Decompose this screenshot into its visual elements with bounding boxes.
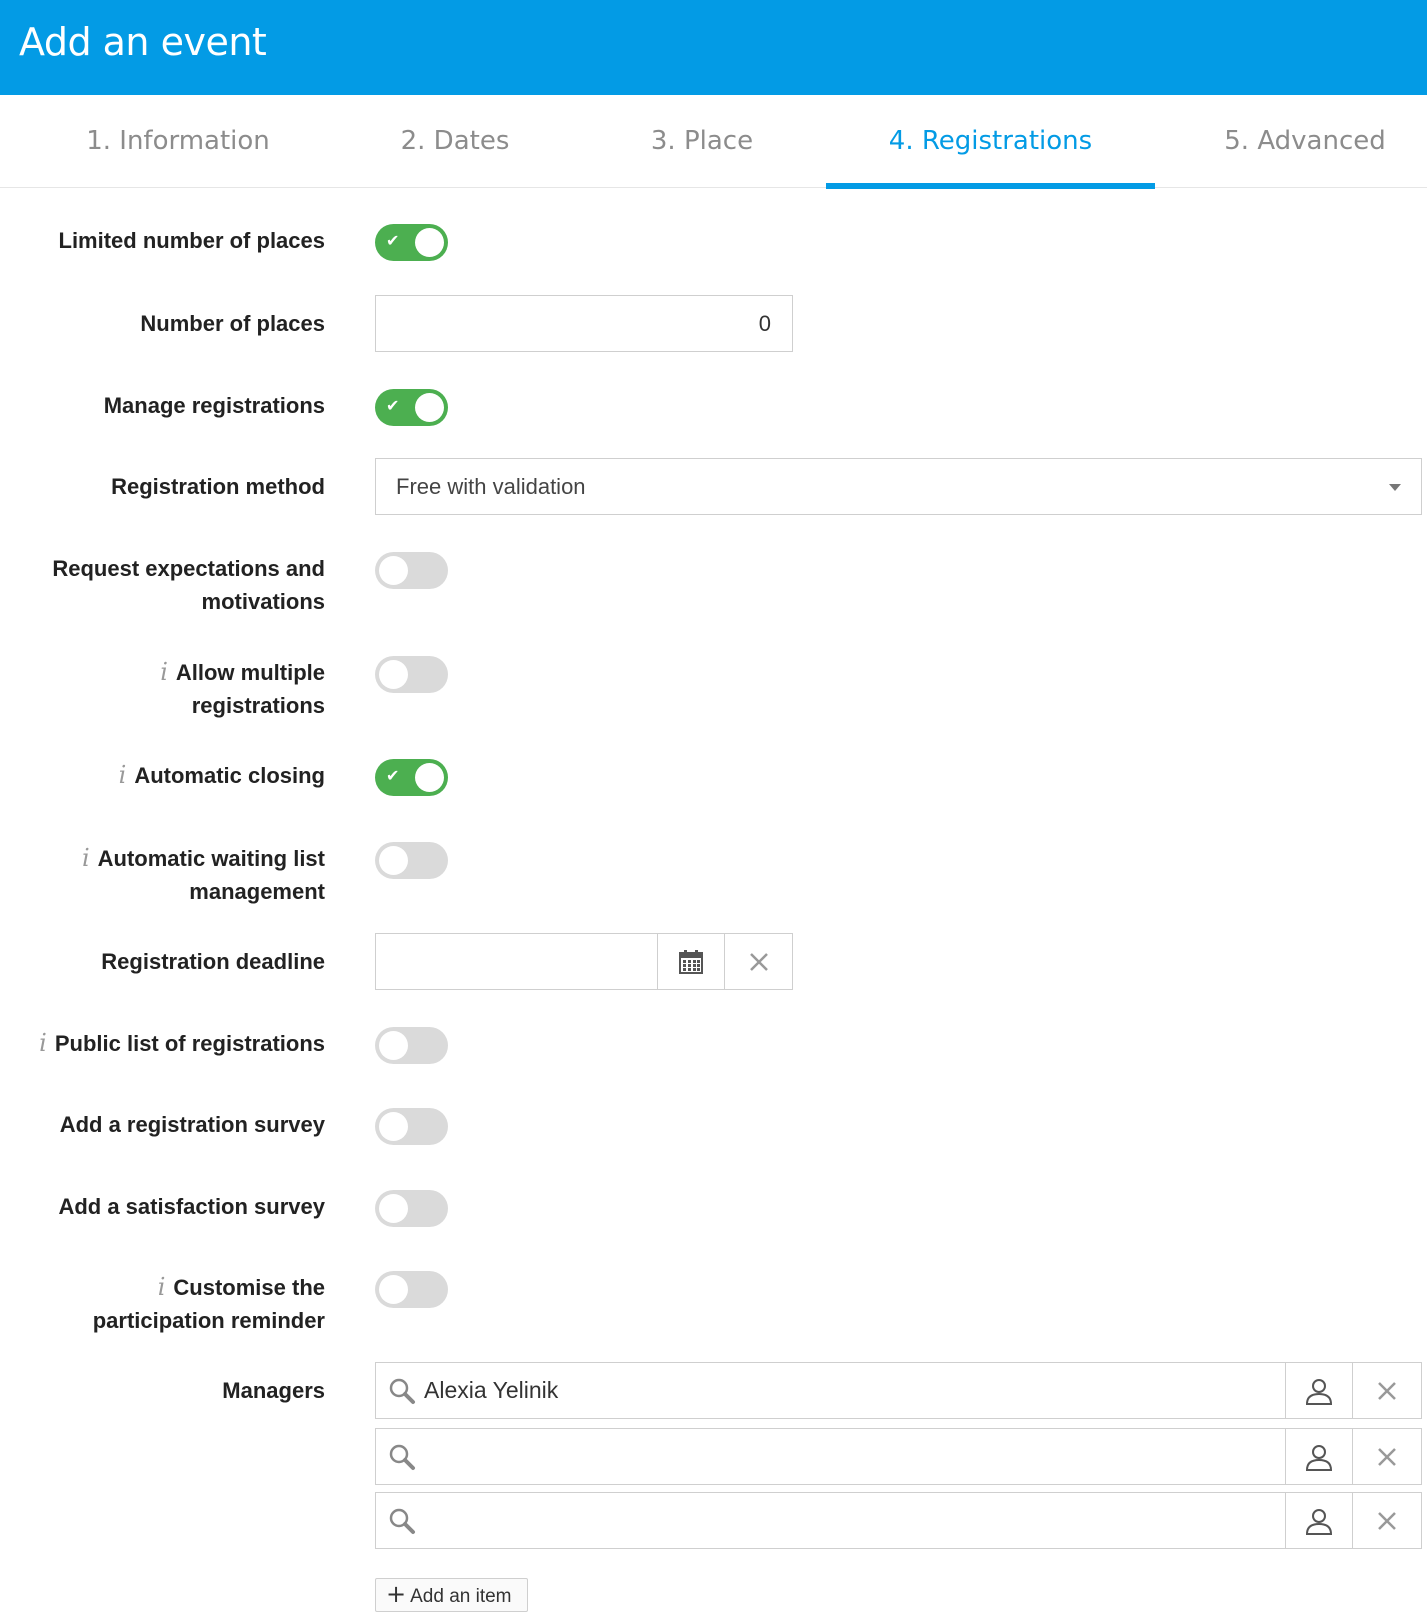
close-icon <box>1378 1447 1396 1466</box>
toggle-knob <box>379 660 408 689</box>
waiting-list-label-line1: Automatic waiting list <box>97 846 325 871</box>
add-item-label: Add an item <box>410 1586 512 1607</box>
allow-multiple-label: i Allow multiple registrations <box>0 656 325 722</box>
toggle-knob <box>379 846 408 875</box>
tab-place[interactable]: 3. Place <box>617 95 787 188</box>
registration-survey-toggle[interactable] <box>375 1108 448 1145</box>
request-expectations-label-line1: Request expectations and <box>52 556 325 581</box>
info-icon[interactable]: i <box>158 1273 166 1301</box>
plus-icon: + <box>386 1580 407 1608</box>
number-of-places-label: Number of places <box>140 311 325 336</box>
user-icon <box>1305 1508 1333 1535</box>
automatic-closing-toggle[interactable]: ✔ <box>375 759 448 796</box>
select-user-button[interactable] <box>1285 1428 1353 1485</box>
remove-manager-button[interactable] <box>1352 1428 1422 1485</box>
calendar-icon <box>679 949 703 974</box>
user-icon <box>1305 1444 1333 1471</box>
search-icon <box>389 1378 415 1404</box>
check-icon: ✔ <box>386 766 400 785</box>
registration-method-value: Free with validation <box>396 474 586 499</box>
registration-deadline-control <box>375 933 793 990</box>
limited-places-toggle[interactable]: ✔ <box>375 224 448 261</box>
satisfaction-survey-toggle[interactable] <box>375 1190 448 1227</box>
info-icon[interactable]: i <box>82 844 90 872</box>
managers-label: Managers <box>222 1378 325 1403</box>
number-of-places-input[interactable]: 0 <box>375 295 793 352</box>
customise-reminder-label-line2: participation reminder <box>92 1308 325 1333</box>
registration-method-select[interactable]: Free with validation <box>375 458 1422 515</box>
customise-reminder-label: i Customise the participation reminder <box>0 1271 325 1337</box>
manager-search-input[interactable] <box>375 1428 1286 1485</box>
customise-reminder-label-line1: Customise the <box>173 1275 325 1300</box>
registration-deadline-label: Registration deadline <box>101 949 325 974</box>
toggle-knob <box>379 1194 408 1223</box>
manager-search-input[interactable] <box>375 1492 1286 1549</box>
app-header: Add an event <box>0 0 1427 95</box>
manager-row <box>375 1492 1422 1549</box>
search-icon <box>389 1444 415 1470</box>
customise-reminder-toggle[interactable] <box>375 1271 448 1308</box>
request-expectations-toggle[interactable] <box>375 552 448 589</box>
automatic-closing-label-text: Automatic closing <box>134 763 325 788</box>
toggle-knob <box>379 1031 408 1060</box>
public-list-label-text: Public list of registrations <box>54 1031 325 1056</box>
toggle-knob <box>379 1275 408 1304</box>
calendar-button[interactable] <box>657 933 725 990</box>
request-expectations-label: Request expectations and motivations <box>0 552 325 618</box>
toggle-knob <box>415 763 444 792</box>
satisfaction-survey-label: Add a satisfaction survey <box>58 1194 325 1219</box>
caret-down-icon <box>1389 484 1401 491</box>
page-title: Add an event <box>19 20 267 64</box>
manager-name: Alexia Yelinik <box>424 1377 559 1403</box>
user-icon <box>1305 1378 1333 1405</box>
check-icon: ✔ <box>386 231 400 250</box>
manage-registrations-toggle[interactable]: ✔ <box>375 389 448 426</box>
select-user-button[interactable] <box>1285 1492 1353 1549</box>
wizard-tabs: 1. Information 2. Dates 3. Place 4. Regi… <box>0 95 1427 189</box>
select-user-button[interactable] <box>1285 1362 1353 1419</box>
manager-row: Alexia Yelinik <box>375 1362 1422 1419</box>
toggle-knob <box>415 228 444 257</box>
waiting-list-label-line2: management <box>189 879 325 904</box>
close-icon <box>749 952 768 971</box>
registration-deadline-input[interactable] <box>375 933 658 990</box>
request-expectations-label-line2: motivations <box>201 589 325 614</box>
clear-deadline-button[interactable] <box>724 933 793 990</box>
info-icon[interactable]: i <box>119 761 127 789</box>
allow-multiple-label-line2: registrations <box>191 693 325 718</box>
waiting-list-label: i Automatic waiting list management <box>0 842 325 908</box>
toggle-knob <box>379 556 408 585</box>
remove-manager-button[interactable] <box>1352 1492 1422 1549</box>
close-icon <box>1378 1381 1396 1400</box>
toggle-knob <box>415 393 444 422</box>
allow-multiple-label-line1: Allow multiple <box>175 660 325 685</box>
waiting-list-toggle[interactable] <box>375 842 448 879</box>
add-item-button[interactable]: + Add an item <box>375 1578 528 1612</box>
public-list-label: i Public list of registrations <box>0 1027 325 1060</box>
manager-row <box>375 1428 1422 1485</box>
tab-dates[interactable]: 2. Dates <box>375 95 535 188</box>
public-list-toggle[interactable] <box>375 1027 448 1064</box>
limited-places-label: Limited number of places <box>58 228 326 253</box>
remove-manager-button[interactable] <box>1352 1362 1422 1419</box>
tab-registrations[interactable]: 4. Registrations <box>826 95 1155 189</box>
automatic-closing-label: i Automatic closing <box>0 759 325 792</box>
search-icon <box>389 1508 415 1534</box>
allow-multiple-toggle[interactable] <box>375 656 448 693</box>
info-icon[interactable]: i <box>160 658 168 686</box>
manager-search-input[interactable]: Alexia Yelinik <box>375 1362 1286 1419</box>
registration-method-label: Registration method <box>111 474 325 499</box>
toggle-knob <box>379 1112 408 1141</box>
tab-advanced[interactable]: 5. Advanced <box>1205 95 1405 188</box>
tab-information[interactable]: 1. Information <box>58 95 298 188</box>
manage-registrations-label: Manage registrations <box>103 393 325 418</box>
close-icon <box>1378 1511 1396 1530</box>
registration-survey-label: Add a registration survey <box>59 1112 325 1137</box>
info-icon[interactable]: i <box>39 1029 47 1057</box>
check-icon: ✔ <box>386 396 400 415</box>
